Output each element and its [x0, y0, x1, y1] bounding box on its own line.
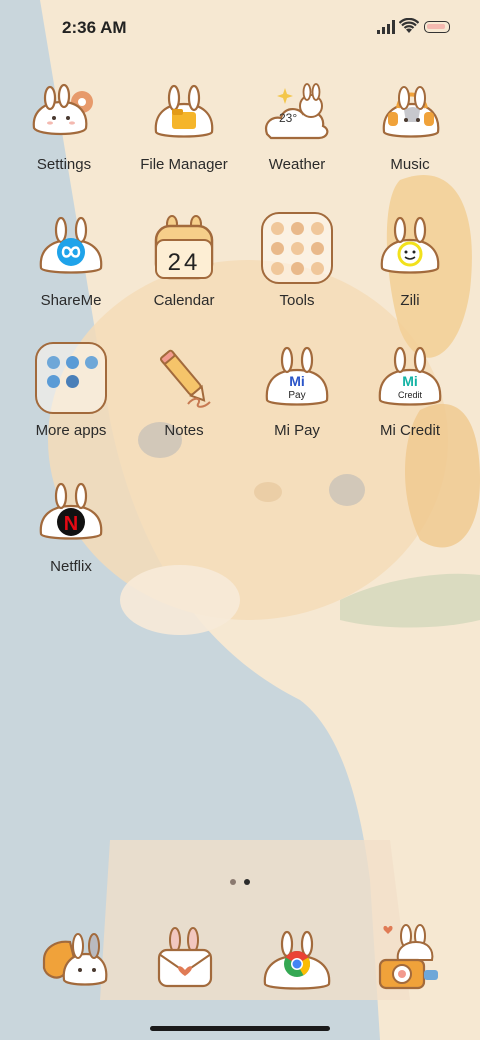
- app-label: File Manager: [140, 156, 228, 173]
- app-music[interactable]: Music: [350, 70, 470, 200]
- home-screen: 2:36 AM Settings File Manager 23° Weathe…: [0, 0, 480, 1040]
- mi-pay-logo-pay: Pay: [288, 390, 305, 401]
- app-label: ShareMe: [40, 292, 102, 309]
- app-label: Mi Credit: [379, 422, 440, 439]
- clock: 2:36 AM: [62, 18, 127, 37]
- phone-icon: [42, 933, 108, 986]
- page-dot[interactable]: [230, 879, 236, 885]
- calendar-date: 24: [168, 249, 201, 276]
- weather-icon: 23°: [265, 83, 329, 140]
- app-label: Zili: [400, 292, 420, 309]
- weather-temp: 23°: [279, 111, 297, 125]
- dock-messages[interactable]: [145, 920, 225, 1000]
- app-netflix[interactable]: N Netflix: [11, 472, 131, 602]
- app-file-manager[interactable]: File Manager: [124, 70, 244, 200]
- chrome-icon: [263, 930, 331, 990]
- file-manager-icon: [154, 84, 214, 138]
- tools-folder-icon: [261, 212, 333, 284]
- more-apps-folder-icon: [35, 342, 107, 414]
- page-indicator[interactable]: [228, 878, 254, 886]
- shareme-icon: [39, 216, 103, 274]
- app-more-apps-folder[interactable]: More apps: [11, 336, 131, 466]
- mi-pay-logo-mi: Mi: [289, 373, 305, 389]
- app-label: Notes: [164, 422, 204, 439]
- app-label: Mi Pay: [274, 422, 320, 439]
- messages-icon: [157, 927, 213, 988]
- calendar-icon: 24: [154, 215, 214, 280]
- app-mi-credit[interactable]: Mi Credit Mi Credit: [350, 336, 470, 466]
- dock-chrome[interactable]: [257, 920, 337, 1000]
- app-weather[interactable]: 23° Weather: [237, 70, 357, 200]
- mi-pay-icon: Mi Pay: [265, 346, 329, 406]
- settings-icon: [32, 83, 93, 136]
- app-label: Calendar: [153, 292, 215, 309]
- app-notes[interactable]: Notes: [124, 336, 244, 466]
- app-label: Music: [390, 156, 430, 173]
- netflix-icon: N: [39, 482, 103, 540]
- app-label: Netflix: [50, 558, 92, 575]
- status-bar: 2:36 AM: [0, 0, 480, 56]
- app-zili[interactable]: Zili: [350, 206, 470, 336]
- dock-camera[interactable]: [370, 920, 450, 1000]
- home-indicator[interactable]: [150, 1026, 330, 1031]
- mi-credit-logo-mi: Mi: [402, 373, 418, 389]
- app-label: More apps: [35, 422, 107, 439]
- app-label: Settings: [36, 156, 92, 173]
- signal-icon: [377, 20, 395, 34]
- app-calendar[interactable]: 24 Calendar: [124, 206, 244, 336]
- page-dot-active[interactable]: [244, 879, 250, 885]
- mi-credit-icon: Mi Credit: [378, 346, 442, 406]
- app-settings[interactable]: Settings: [4, 70, 124, 200]
- camera-icon: [378, 924, 438, 990]
- app-label: Weather: [268, 156, 326, 173]
- mi-credit-logo-credit: Credit: [398, 390, 423, 400]
- music-icon: [382, 86, 440, 138]
- app-mi-pay[interactable]: Mi Pay Mi Pay: [237, 336, 357, 466]
- battery-icon: [424, 21, 450, 33]
- dock-phone[interactable]: [32, 920, 112, 1000]
- netflix-logo: N: [64, 513, 78, 535]
- zili-icon: [380, 216, 440, 274]
- app-tools-folder[interactable]: Tools: [237, 206, 357, 336]
- notes-icon: [159, 349, 211, 408]
- app-label: Tools: [279, 292, 315, 309]
- app-shareme[interactable]: ShareMe: [11, 206, 131, 336]
- wifi-icon: [399, 18, 419, 33]
